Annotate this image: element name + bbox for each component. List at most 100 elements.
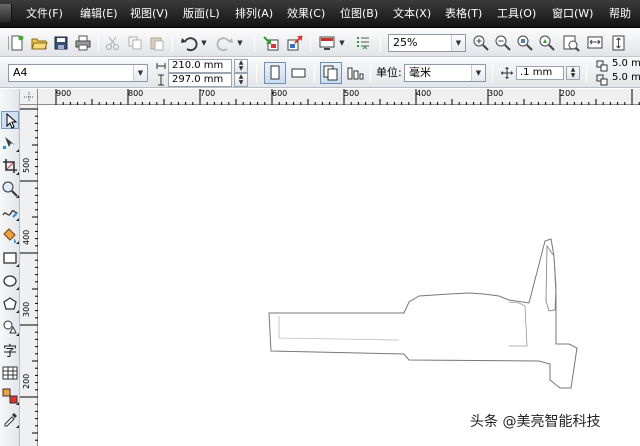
caliper-jaw-outline[interactable] — [545, 244, 557, 312]
caliper-outline[interactable] — [268, 238, 578, 389]
landscape-button[interactable] — [288, 62, 310, 84]
horizontal-ruler[interactable]: 900 800 700 600 500 400 300 200 — [38, 89, 640, 105]
menu-table[interactable]: 表格(T) — [445, 0, 482, 28]
units-label: 单位: — [376, 66, 402, 79]
duplicate-y-value[interactable]: 5.0 mm — [612, 69, 640, 87]
interactive-blend-tool[interactable] — [1, 387, 19, 405]
flyout-indicator — [16, 172, 19, 175]
chevron-down-icon[interactable]: ▼ — [471, 65, 485, 81]
zoom-selected-icon[interactable] — [516, 34, 534, 52]
menu-help[interactable]: 帮助 — [609, 0, 631, 28]
hruler-label: 400 — [416, 89, 432, 98]
rectangle-tool[interactable] — [1, 249, 19, 267]
redo-dropdown-icon[interactable]: ▼ — [236, 34, 244, 52]
caliper-drawing[interactable] — [39, 106, 640, 446]
toolbox-grip[interactable] — [1, 89, 19, 95]
eyedropper-tool[interactable] — [1, 410, 19, 428]
open-folder-icon[interactable] — [30, 34, 48, 52]
watermark-text: 头条 @美亮智能科技 — [470, 414, 601, 430]
zoom-tool[interactable] — [1, 180, 19, 198]
text-tool[interactable]: 字 — [1, 341, 19, 359]
landscape-icon — [291, 68, 306, 78]
hruler-label: 500 — [344, 89, 360, 98]
flyout-indicator — [16, 241, 19, 244]
vruler-label: 400 — [22, 229, 31, 245]
toolbar-separator — [380, 34, 381, 52]
menu-tools[interactable]: 工具(O) — [497, 0, 536, 28]
undo-icon[interactable] — [180, 34, 198, 52]
page-size-combo[interactable]: A4 ▼ — [8, 64, 148, 82]
menu-file[interactable]: 文件(F) — [26, 0, 63, 28]
menu-window[interactable]: 窗口(W) — [552, 0, 593, 28]
flyout-indicator — [16, 333, 19, 336]
redo-icon[interactable] — [216, 34, 234, 52]
toolbar-separator — [256, 64, 257, 82]
table-tool[interactable] — [1, 364, 19, 382]
nudge-distance-field[interactable]: .1 mm — [516, 66, 564, 80]
menu-effects[interactable]: 效果(C) — [287, 0, 325, 28]
zoom-in-icon[interactable] — [472, 34, 490, 52]
nudge-distance-spinner[interactable]: ▲ ▼ — [566, 66, 580, 80]
portrait-icon — [270, 65, 280, 80]
pick-tool[interactable] — [1, 111, 19, 129]
freehand-tool[interactable] — [1, 203, 19, 221]
print-icon[interactable] — [74, 34, 92, 52]
page-height-spinner[interactable]: ▲ ▼ — [234, 73, 248, 87]
page-width-value: 210.0 mm — [172, 60, 224, 71]
menu-edit[interactable]: 编辑(E) — [80, 0, 118, 28]
zoom-level-combo[interactable]: 25% ▼ — [388, 34, 466, 52]
application-launcher-icon[interactable] — [318, 34, 336, 52]
caliper-inner-line — [278, 316, 400, 341]
basic-shapes-tool[interactable] — [1, 318, 19, 336]
menu-bitmaps[interactable]: 位图(B) — [340, 0, 378, 28]
flyout-indicator — [16, 425, 19, 428]
menu-layout[interactable]: 版面(L) — [183, 0, 220, 28]
menu-view[interactable]: 视图(V) — [130, 0, 168, 28]
units-combo[interactable]: 毫米 ▼ — [404, 64, 486, 82]
vertical-ruler-ticks — [20, 108, 38, 441]
smart-fill-tool[interactable] — [1, 226, 19, 244]
app-control-box[interactable] — [0, 4, 12, 22]
undo-dropdown-icon[interactable]: ▼ — [200, 34, 208, 52]
page-width-spinner[interactable]: ▲ ▼ — [234, 59, 248, 73]
chevron-down-icon[interactable]: ▼ — [451, 35, 465, 51]
crop-tool[interactable] — [1, 157, 19, 175]
welcome-screen-icon[interactable] — [354, 34, 372, 52]
toolbar-grip[interactable] — [0, 34, 9, 52]
paste-icon[interactable] — [148, 34, 166, 52]
polygon-tool[interactable] — [1, 295, 19, 313]
ellipse-tool[interactable] — [1, 272, 19, 290]
hruler-label: 200 — [560, 89, 576, 98]
menu-text[interactable]: 文本(X) — [393, 0, 431, 28]
drawing-canvas[interactable] — [39, 106, 640, 446]
hruler-label: 700 — [200, 89, 216, 98]
page-height-field[interactable]: 297.0 mm — [168, 73, 232, 87]
save-icon[interactable] — [52, 34, 70, 52]
export-icon[interactable] — [286, 34, 304, 52]
svg-text:字: 字 — [3, 344, 17, 359]
shape-tool[interactable] — [1, 134, 19, 152]
vruler-label: 500 — [22, 157, 31, 173]
standard-toolbar: ▼ ▼ ▼ 25% ▼ — [0, 29, 640, 57]
zoom-out-icon[interactable] — [494, 34, 512, 52]
import-icon[interactable] — [262, 34, 280, 52]
page-width-field[interactable]: 210.0 mm — [168, 59, 232, 73]
vertical-ruler[interactable]: 500 400 300 200 — [20, 105, 38, 446]
menu-arrange[interactable]: 排列(A) — [235, 0, 273, 28]
zoom-page-icon[interactable] — [562, 34, 580, 52]
zoom-height-icon[interactable] — [610, 34, 628, 52]
zoom-all-icon[interactable] — [538, 34, 556, 52]
all-pages-button[interactable] — [320, 62, 342, 84]
caliper-depth-bar[interactable] — [508, 301, 528, 347]
zoom-width-icon[interactable] — [586, 34, 604, 52]
cut-icon[interactable] — [104, 34, 122, 52]
portrait-button[interactable] — [264, 62, 286, 84]
current-page-icon — [347, 67, 364, 80]
chevron-down-icon[interactable]: ▼ — [133, 65, 147, 81]
current-page-button[interactable] — [344, 62, 366, 84]
copy-icon[interactable] — [126, 34, 144, 52]
application-launcher-dropdown-icon[interactable]: ▼ — [338, 34, 346, 52]
ruler-origin-icon — [24, 92, 34, 102]
new-document-icon[interactable] — [8, 34, 26, 52]
ruler-origin[interactable] — [20, 89, 38, 105]
